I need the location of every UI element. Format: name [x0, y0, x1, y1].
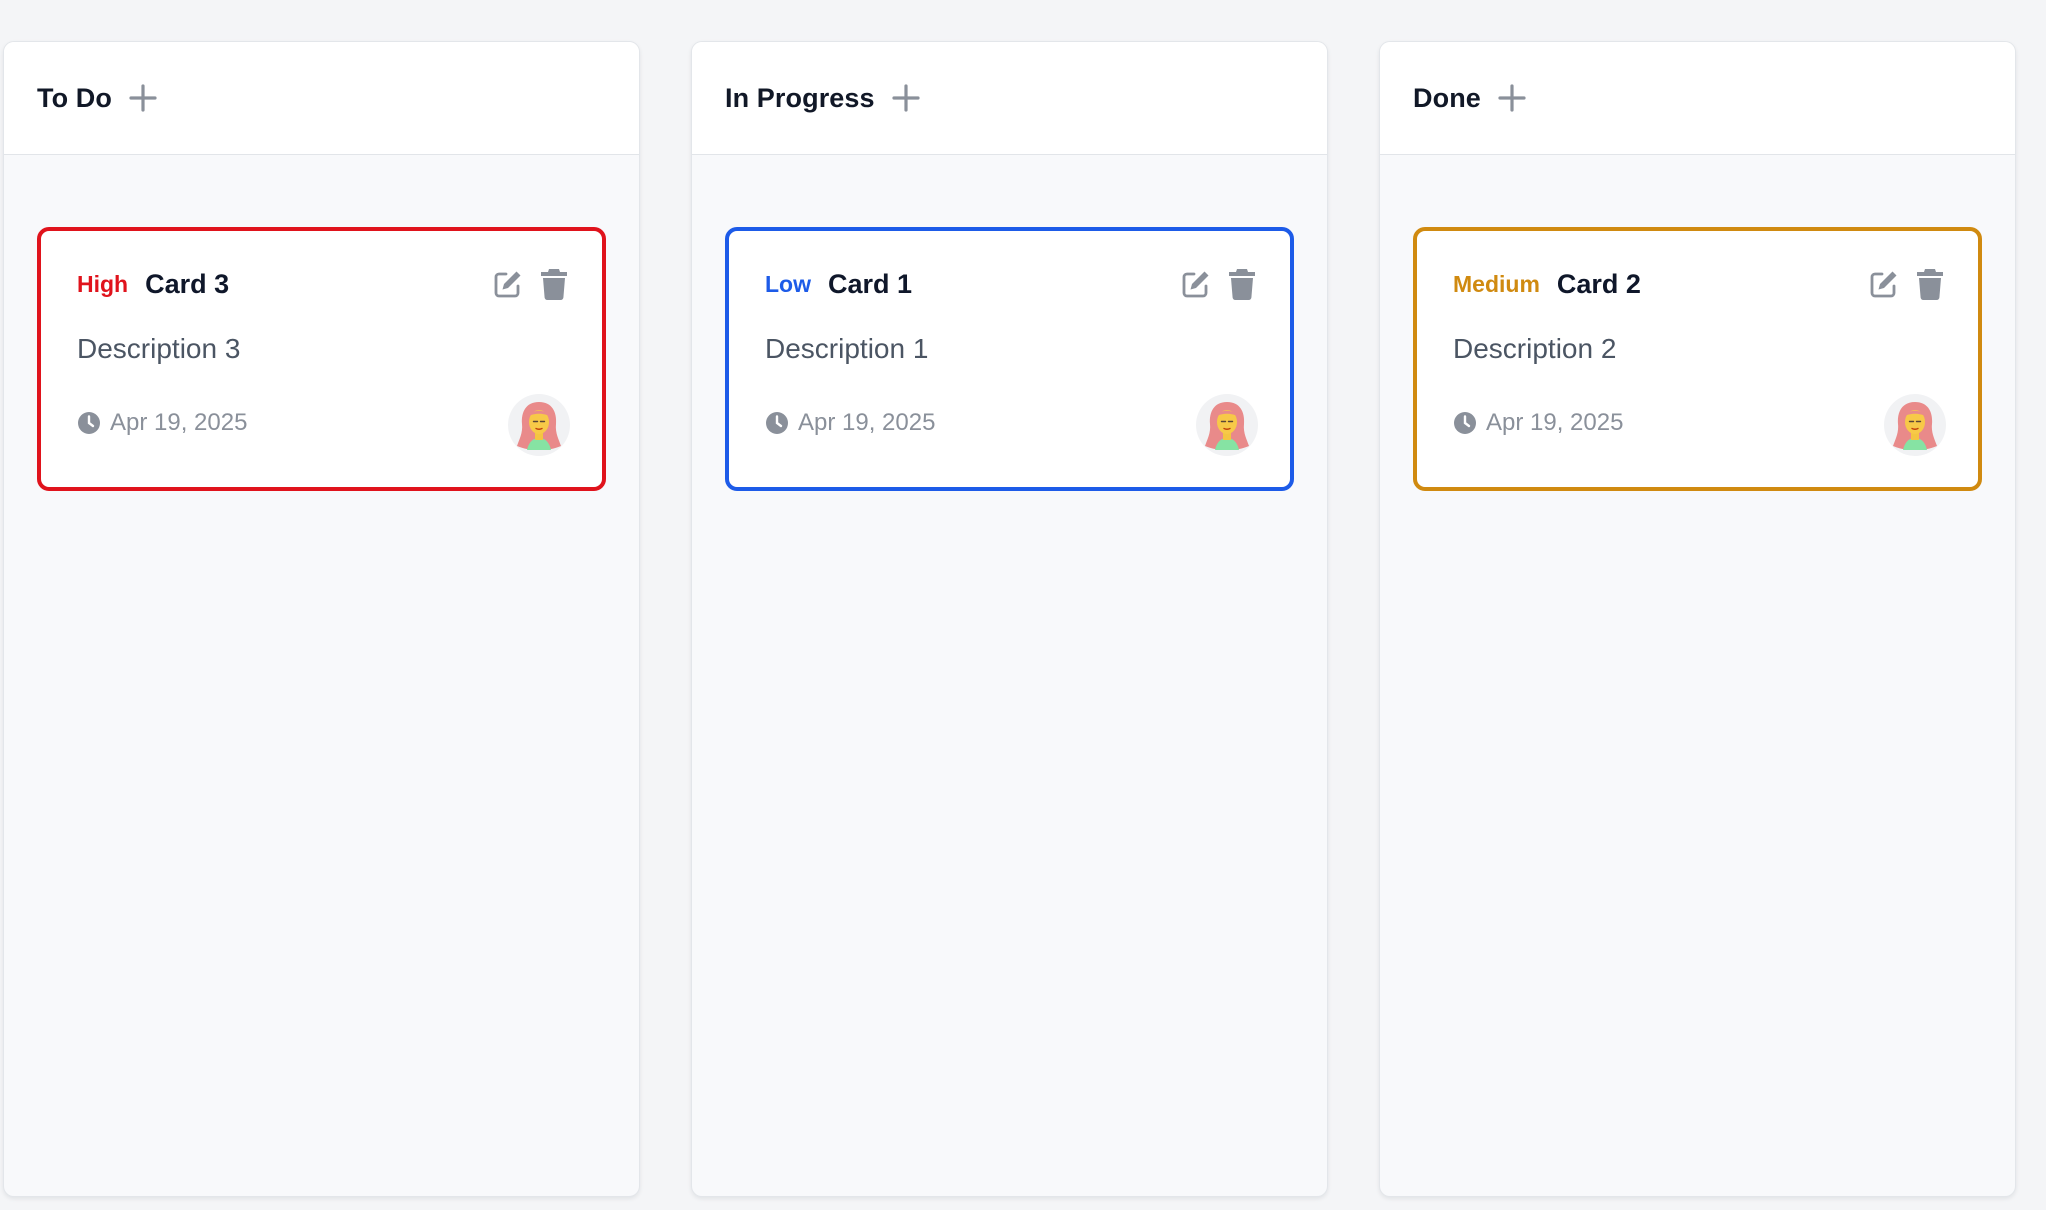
card-description: Description 2	[1453, 333, 1617, 364]
edit-icon	[494, 271, 521, 298]
assignee-avatar[interactable]	[1196, 394, 1258, 456]
trash-icon	[1229, 269, 1255, 300]
column-header: In Progress	[692, 42, 1327, 155]
avatar-image	[1893, 402, 1937, 450]
clock-icon	[1454, 412, 1476, 434]
delete-button[interactable]	[538, 267, 570, 301]
due-date: Apr 19, 2025	[1486, 409, 1624, 436]
column-title: Done	[1413, 82, 1481, 113]
trash-icon	[1917, 269, 1943, 300]
plus-icon	[1498, 84, 1526, 112]
plus-icon	[129, 84, 157, 112]
card-title: Card 2	[1556, 268, 1641, 299]
card[interactable]: High Card 3 Description 3 Apr 19, 2025	[37, 227, 606, 491]
add-card-button[interactable]	[1497, 83, 1527, 113]
add-card-button[interactable]	[128, 83, 158, 113]
column-title: To Do	[37, 82, 112, 113]
priority-label: High	[77, 270, 129, 297]
card[interactable]: Low Card 1 Description 1 Apr 19, 2025	[725, 227, 1294, 491]
card-title: Card 1	[828, 268, 913, 299]
card-description: Description 1	[765, 333, 929, 364]
card-list: Low Card 1 Description 1 Apr 19, 2025	[692, 155, 1327, 491]
avatar-image	[517, 402, 561, 450]
clock-icon	[78, 412, 100, 434]
clock-icon	[766, 412, 788, 434]
delete-button[interactable]	[1226, 267, 1258, 301]
assignee-avatar[interactable]	[508, 394, 570, 456]
plus-icon	[892, 84, 920, 112]
column-todo: To Do High Card 3 Description 3 Apr 19, …	[3, 41, 640, 1197]
delete-button[interactable]	[1914, 267, 1946, 301]
card-list: Medium Card 2 Description 2 Apr 19, 2025	[1380, 155, 2015, 491]
column-title: In Progress	[725, 82, 875, 113]
card[interactable]: Medium Card 2 Description 2 Apr 19, 2025	[1413, 227, 1982, 491]
priority-label: Medium	[1453, 270, 1540, 297]
edit-button[interactable]	[1180, 267, 1212, 301]
due-date: Apr 19, 2025	[110, 409, 248, 436]
avatar-image	[1205, 402, 1249, 450]
assignee-avatar[interactable]	[1884, 394, 1946, 456]
due-date: Apr 19, 2025	[798, 409, 936, 436]
trash-icon	[541, 269, 567, 300]
card-title: Card 3	[145, 268, 230, 299]
priority-label: Low	[765, 270, 811, 297]
card-list: High Card 3 Description 3 Apr 19, 2025	[4, 155, 639, 491]
column-header: To Do	[4, 42, 639, 155]
card-description: Description 3	[77, 333, 241, 364]
edit-button[interactable]	[492, 267, 524, 301]
column-in-progress: In Progress Low Card 1 Description 1 Apr…	[691, 41, 1328, 1197]
column-done: Done Medium Card 2 Description 2 Apr 19,…	[1379, 41, 2016, 1197]
edit-icon	[1870, 271, 1897, 298]
column-header: Done	[1380, 42, 2015, 155]
edit-icon	[1182, 271, 1209, 298]
edit-button[interactable]	[1868, 267, 1900, 301]
add-card-button[interactable]	[891, 83, 921, 113]
